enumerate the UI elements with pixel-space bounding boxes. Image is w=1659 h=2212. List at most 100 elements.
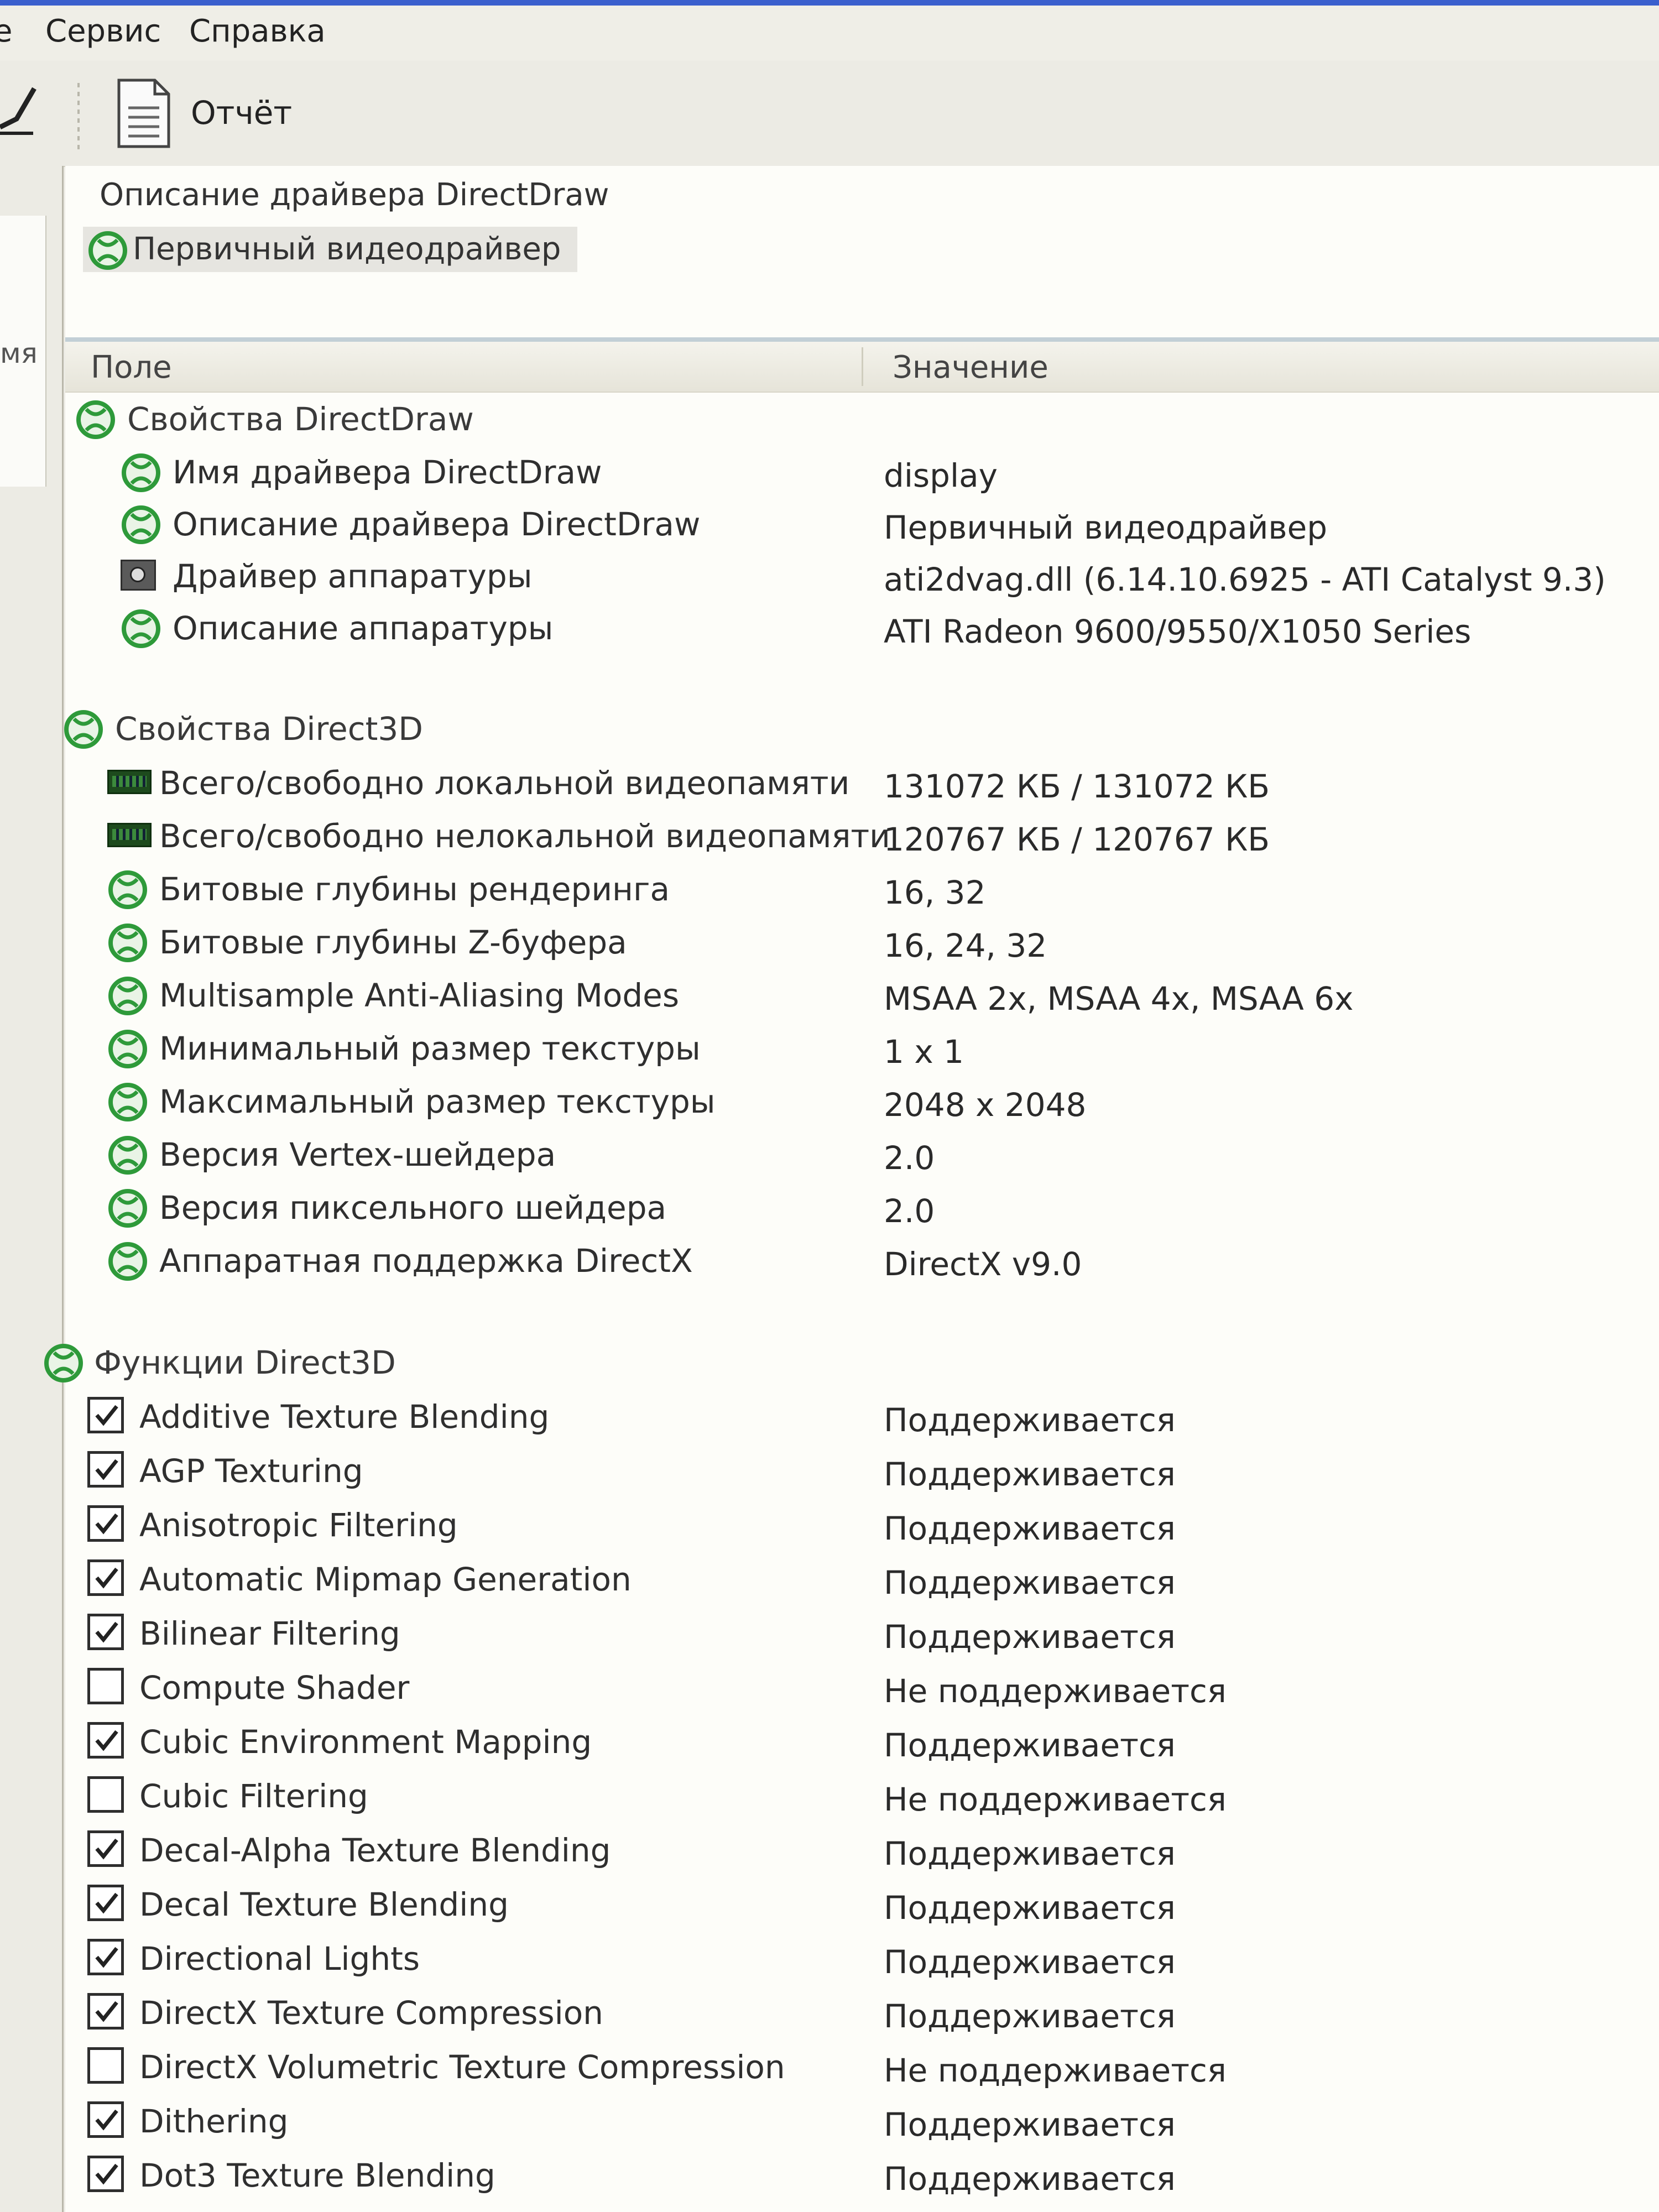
checkbox-checked-icon [87,1397,124,1433]
table-row[interactable]: Multisample Anti-Aliasing Modes MSAA 2x, … [65,971,1659,1020]
row-value: 2.0 [884,1192,935,1230]
group-directdraw[interactable]: Свойства DirectDraw [65,395,1659,444]
xbox-circle-icon [108,924,147,962]
row-value: Поддерживается [884,1997,1176,2035]
row-value: MSAA 2x, MSAA 4x, MSAA 6x [884,980,1354,1018]
table-row[interactable]: Имя драйвера DirectDraw display [65,448,1659,497]
table-row[interactable]: Anisotropic Filtering Поддерживается [65,1501,1659,1550]
table-row[interactable]: Описание аппаратуры ATI Radeon 9600/9550/… [65,604,1659,653]
checkbox-checked-icon [87,1830,124,1867]
checkbox-checked-icon [87,1722,124,1759]
row-field-label: DirectX Volumetric Texture Compression [139,2048,785,2086]
row-value: Поддерживается [884,1401,1176,1439]
toolbar-separator [77,83,80,149]
graph-icon[interactable] [0,86,39,135]
memory-chip-icon [107,823,152,847]
checkbox-unchecked-icon [87,2047,124,2084]
table-row[interactable]: Битовые глубины Z-буфера 16, 24, 32 [65,918,1659,967]
row-field-label: Аппаратная поддержка DirectX [159,1242,693,1280]
row-field-label: Bilinear Filtering [139,1615,400,1652]
table-row[interactable]: Описание драйвера DirectDraw Первичный ви… [65,500,1659,549]
table-row[interactable]: Всего/свободно локальной видеопамяти 1310… [65,759,1659,807]
row-value: 2048 x 2048 [884,1086,1087,1124]
description-selected-item[interactable]: Первичный видеодрайвер [83,227,578,272]
table-row[interactable]: Bilinear Filtering Поддерживается [65,1609,1659,1658]
row-value: Поддерживается [884,1564,1176,1601]
row-value: display [884,457,998,494]
column-header-value[interactable]: Значение [893,349,1048,385]
row-field-label: Описание аппаратуры [173,609,554,647]
menu-item-help[interactable]: Справка [189,13,326,49]
table-row[interactable]: Compute Shader Не поддерживается [65,1663,1659,1712]
row-value: 16, 32 [884,874,986,911]
table-row[interactable]: DirectX Texture Compression Поддерживаетс… [65,1989,1659,2037]
row-field-label: Dithering [139,2103,289,2140]
row-value: 16, 24, 32 [884,927,1047,964]
row-value: Не поддерживается [884,1781,1227,1818]
group-direct3d-functions[interactable]: Функции Direct3D [44,1338,1659,1387]
table-row[interactable]: Всего/свободно нелокальной видеопамяти 12… [65,812,1659,860]
row-field-label: Версия пиксельного шейдера [159,1189,667,1227]
checkbox-checked-icon [87,1614,124,1650]
table-row[interactable]: Dot3 Texture Blending Поддерживается [65,2151,1659,2200]
table-row[interactable]: Битовые глубины рендеринга 16, 32 [65,865,1659,914]
checkbox-checked-icon [87,2156,124,2192]
row-value: Поддерживается [884,1835,1176,1872]
checkbox-checked-icon [87,1505,124,1542]
column-header-field[interactable]: Поле [91,349,172,385]
description-panel-title: Описание драйвера DirectDraw [100,177,609,213]
table-row[interactable]: Additive Texture Blending Поддерживается [65,1392,1659,1441]
row-field-label: Dot3 Texture Blending [139,2157,495,2194]
navigation-pane-label: мя [0,337,38,369]
table-row[interactable]: Automatic Mipmap Generation Поддерживаетс… [65,1555,1659,1604]
table-row[interactable]: Версия Vertex-шейдера 2.0 [65,1130,1659,1179]
table-row[interactable]: Decal Texture Blending Поддерживается [65,1880,1659,1929]
table-row[interactable]: Cubic Environment Mapping Поддерживается [65,1718,1659,1766]
checkbox-checked-icon [87,1451,124,1488]
table-row[interactable]: Dithering Поддерживается [65,2097,1659,2146]
row-field-label: Описание драйвера DirectDraw [173,505,701,543]
menu-item-service[interactable]: Сервис [45,13,161,49]
xbox-circle-icon [122,609,160,648]
group-direct3d[interactable]: Свойства Direct3D [64,705,1659,753]
xbox-circle-icon [108,1189,147,1228]
report-button-label[interactable]: Отчёт [191,94,292,132]
row-value: Поддерживается [884,2106,1176,2143]
report-icon[interactable] [116,77,171,149]
row-field-label: Compute Shader [139,1669,410,1707]
table-row[interactable]: Драйвер аппаратуры ati2dvag.dll (6.14.10.… [65,552,1659,601]
description-panel: Описание драйвера DirectDraw Первичный в… [65,166,1659,342]
hardware-icon [121,560,156,591]
checkbox-checked-icon [87,1885,124,1921]
xbox-circle-icon [108,1030,147,1068]
table-row[interactable]: Directional Lights Поддерживается [65,1934,1659,1983]
row-value: Поддерживается [884,1726,1176,1764]
row-field-label: Свойства Direct3D [115,710,423,748]
row-field-label: Multisample Anti-Aliasing Modes [159,977,680,1014]
row-value: 2.0 [884,1139,935,1177]
checkbox-unchecked-icon [87,1668,124,1704]
table-row[interactable]: AGP Texturing Поддерживается [65,1447,1659,1495]
table-row[interactable]: Версия пиксельного шейдера 2.0 [65,1183,1659,1232]
menu-item-partial[interactable]: е [0,13,12,49]
column-separator[interactable] [862,347,863,386]
table-row[interactable]: Минимальный размер текстуры 1 x 1 [65,1024,1659,1073]
table-row[interactable]: DirectX Volumetric Texture Compression Не… [65,2043,1659,2091]
table-row[interactable]: Максимальный размер текстуры 2048 x 2048 [65,1077,1659,1126]
row-field-label: Decal Texture Blending [139,1886,509,1923]
table-row[interactable]: Cubic Filtering Не поддерживается [65,1772,1659,1820]
row-field-label: Decal-Alpha Texture Blending [139,1832,611,1869]
row-value: Поддерживается [884,1943,1176,1981]
row-field-label: Драйвер аппаратуры [173,557,533,595]
row-value: 1 x 1 [884,1033,964,1071]
row-value: ati2dvag.dll (6.14.10.6925 - ATI Catalys… [884,561,1606,598]
table-row[interactable]: Аппаратная поддержка DirectX DirectX v9.0 [65,1237,1659,1285]
row-field-label: DirectX Texture Compression [139,1994,603,2032]
xbox-circle-icon [108,1136,147,1175]
table-row[interactable]: Decal-Alpha Texture Blending Поддерживает… [65,1826,1659,1875]
row-value: Поддерживается [884,1618,1176,1656]
navigation-pane: мя [0,166,64,2212]
xbox-circle-icon [76,400,115,439]
row-value: 131072 КБ / 131072 КБ [884,768,1270,805]
row-value: ATI Radeon 9600/9550/X1050 Series [884,613,1472,650]
